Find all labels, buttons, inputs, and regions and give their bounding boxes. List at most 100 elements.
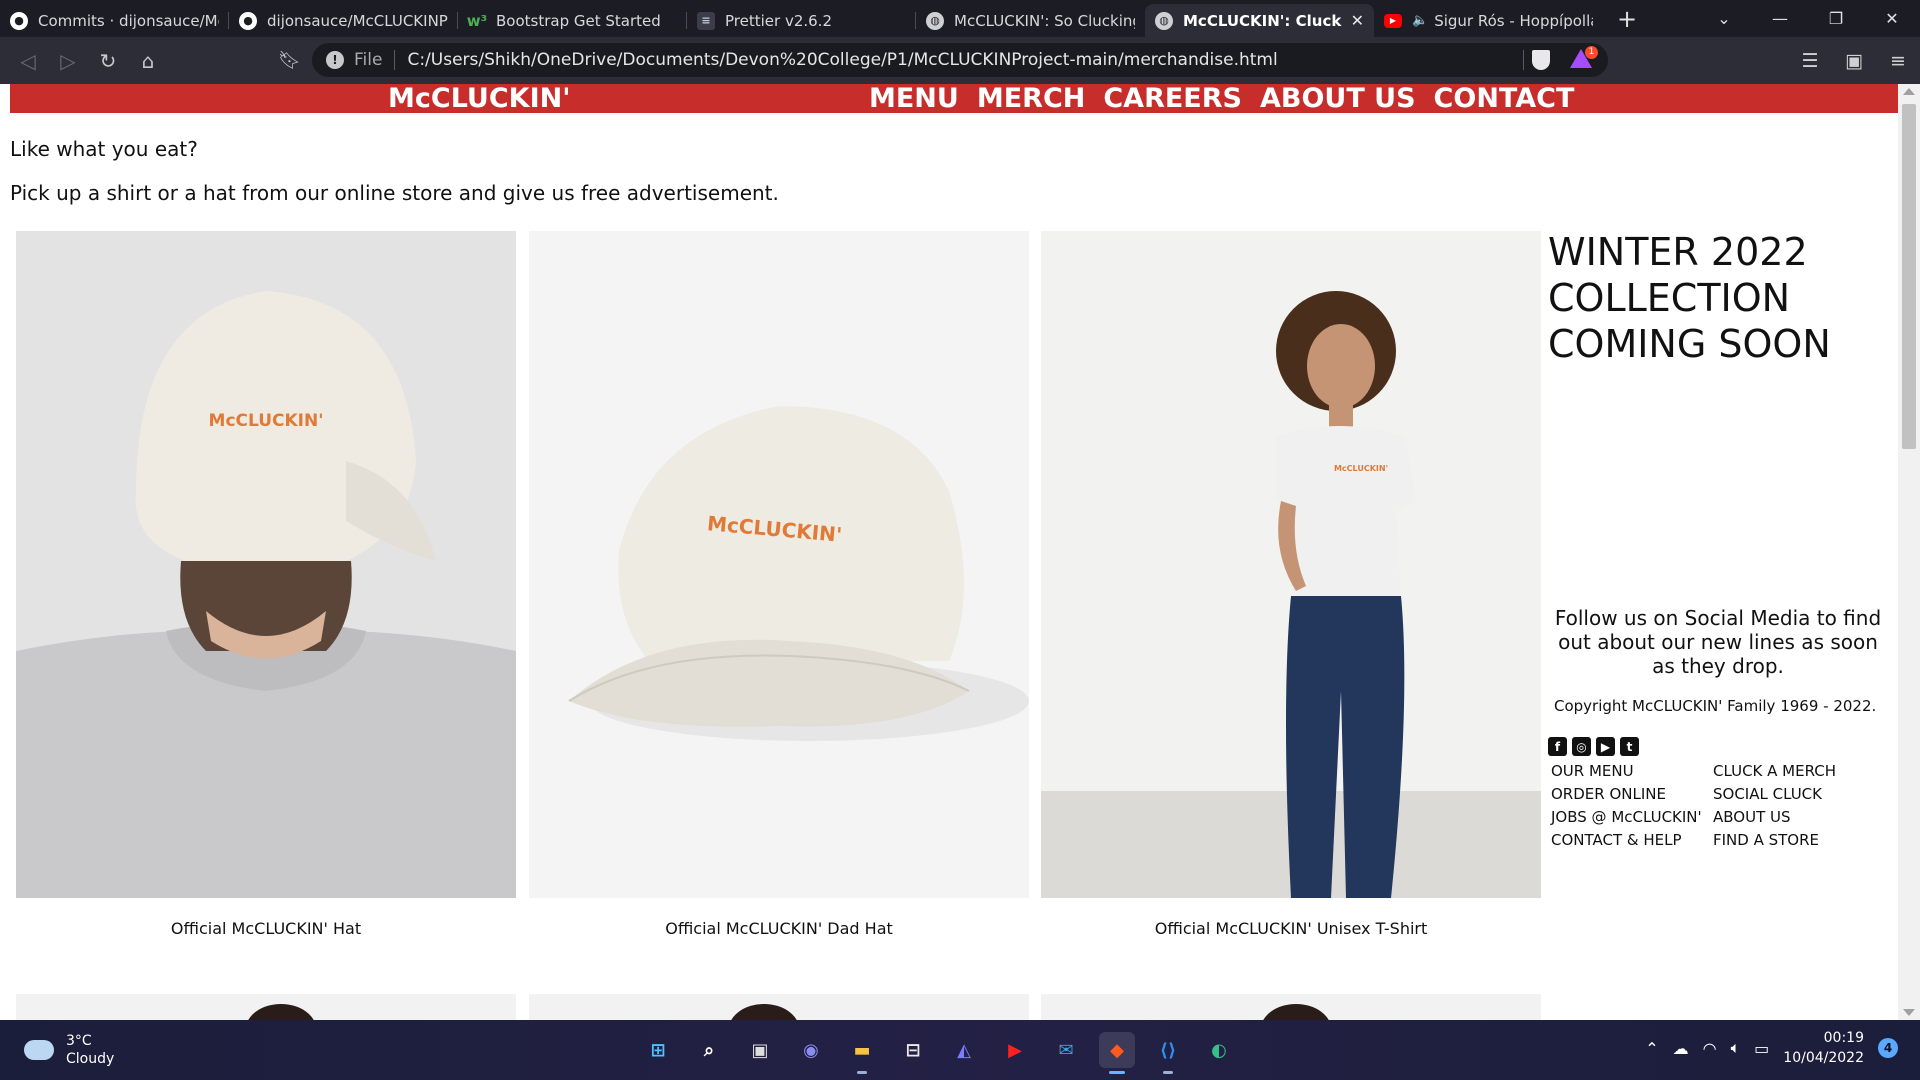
brave-icon[interactable]: ◆ <box>1099 1032 1135 1074</box>
intro-text: Pick up a shirt or a hat from our online… <box>10 181 779 205</box>
tab-title: Bootstrap Get Started <box>496 11 661 30</box>
search-icon[interactable]: ⌕ <box>691 1032 727 1068</box>
link-find-a-store[interactable]: FIND A STORE <box>1713 831 1883 850</box>
close-window-button[interactable]: ✕ <box>1864 9 1920 28</box>
divider <box>1523 50 1524 70</box>
tab-title: Commits · dijonsauce/McCl <box>38 11 219 30</box>
product-card[interactable]: McCLUCKIN' Official McCLUCKIN' Dad Hat <box>529 231 1029 938</box>
twitter-icon[interactable]: t <box>1620 737 1639 756</box>
product-image-peek[interactable] <box>1041 994 1541 1020</box>
divider <box>394 50 396 70</box>
volume-icon[interactable]: 🔈︎ <box>1731 1038 1741 1058</box>
url-text[interactable]: C:/Users/Shikh/OneDrive/Documents/Devon%… <box>407 50 1277 70</box>
address-bar[interactable]: ! File C:/Users/Shikh/OneDrive/Documents… <box>312 43 1608 77</box>
product-image-peek[interactable] <box>529 994 1029 1020</box>
onedrive-icon[interactable]: ☁ <box>1673 1039 1689 1058</box>
tab-cluck-a-merch[interactable]: ◍ McCLUCKIN': Cluck A M ✕ <box>1145 4 1374 37</box>
site-header: McCLUCKIN' MENU MERCH CAREERS ABOUT US C… <box>10 84 1898 113</box>
speaker-icon[interactable]: 🔈 <box>1412 13 1428 28</box>
scroll-thumb[interactable] <box>1902 104 1916 449</box>
github-icon: ● <box>10 11 28 30</box>
link-order-online[interactable]: ORDER ONLINE <box>1551 785 1713 804</box>
facebook-icon[interactable]: f <box>1548 737 1567 756</box>
site-nav-links: MENU MERCH CAREERS ABOUT US CONTACT <box>869 84 1574 113</box>
bookmark-icon[interactable]: 🔖︎ <box>278 50 301 71</box>
back-button[interactable]: ◁ <box>8 49 48 73</box>
task-view-icon[interactable]: ▣ <box>742 1032 778 1068</box>
forward-button[interactable]: ▷ <box>48 49 88 73</box>
weather-widget[interactable]: 3°C Cloudy <box>24 1032 114 1068</box>
wallet-icon[interactable]: ▣ <box>1832 50 1876 72</box>
hat-print-text: McCLUCKIN' <box>209 411 324 431</box>
tab-so-clucking[interactable]: ◍ McCLUCKIN': So Clucking G <box>916 4 1145 37</box>
social-icons: f ◎ ▶ t <box>1548 737 1639 756</box>
link-cluck-a-merch[interactable]: CLUCK A MERCH <box>1713 762 1883 781</box>
footer-links: OUR MENU CLUCK A MERCH ORDER ONLINE SOCI… <box>1551 762 1883 850</box>
scroll-up-icon[interactable] <box>1903 88 1915 95</box>
product-image-peek[interactable] <box>16 994 516 1020</box>
nav-contact[interactable]: CONTACT <box>1434 84 1575 113</box>
site-info-icon[interactable]: ! <box>326 51 344 69</box>
product-caption: Official McCLUCKIN' Unisex T-Shirt <box>1154 919 1428 938</box>
youtube-icon[interactable]: ▶ <box>997 1032 1033 1068</box>
new-tab-button[interactable]: + <box>1617 5 1637 33</box>
page-scrollbar[interactable] <box>1898 84 1920 1020</box>
brand-logo[interactable]: McCLUCKIN' <box>388 84 571 113</box>
instagram-icon[interactable]: ◎ <box>1572 737 1591 756</box>
microsoft-store-icon[interactable]: ⊟ <box>895 1032 931 1068</box>
tab-repo[interactable]: ● dijonsauce/McCLUCKINPro <box>229 4 458 37</box>
notification-badge[interactable]: 4 <box>1878 1038 1898 1058</box>
windows-taskbar: 3°C Cloudy ⊞ ⌕ ▣ ◉ ▬ ⊟ ◭ ▶ ✉ ◆ ⟨⟩ ◐ ⌃ ☁ … <box>0 1020 1920 1080</box>
playlist-icon[interactable]: ☰ <box>1788 50 1832 72</box>
minimize-button[interactable]: — <box>1752 9 1808 28</box>
teams-chat-icon[interactable]: ◉ <box>793 1032 829 1068</box>
reload-button[interactable]: ↻ <box>88 49 128 73</box>
product-image-hat[interactable]: McCLUCKIN' <box>16 231 516 898</box>
taskbar-apps: ⊞ ⌕ ▣ ◉ ▬ ⊟ ◭ ▶ ✉ ◆ ⟨⟩ ◐ <box>640 1032 1237 1074</box>
tab-commits[interactable]: ● Commits · dijonsauce/McCl <box>0 4 229 37</box>
github-icon: ● <box>239 11 257 30</box>
scroll-down-icon[interactable] <box>1903 1009 1915 1016</box>
clock[interactable]: 00:19 10/04/2022 <box>1783 1028 1864 1068</box>
edge-icon[interactable]: ◐ <box>1201 1032 1237 1068</box>
tshirt-print-text: McCLUCKIN' <box>1334 464 1388 473</box>
visual-studio-icon[interactable]: ◭ <box>946 1032 982 1068</box>
restore-button[interactable]: ❐ <box>1808 9 1864 28</box>
home-button[interactable]: ⌂ <box>128 49 168 73</box>
close-tab-icon[interactable]: ✕ <box>1351 11 1364 30</box>
battery-icon[interactable]: ▭ <box>1754 1039 1769 1058</box>
link-about-us[interactable]: ABOUT US <box>1713 808 1883 827</box>
link-social-cluck[interactable]: SOCIAL CLUCK <box>1713 785 1883 804</box>
intro-question: Like what you eat? <box>10 137 198 161</box>
vscode-icon[interactable]: ⟨⟩ <box>1150 1032 1186 1074</box>
tab-title: Sigur Rós - Hoppípolla <box>1434 11 1593 30</box>
weather-desc: Cloudy <box>66 1051 115 1067</box>
scheme-label: File <box>354 50 383 70</box>
product-card[interactable]: McCLUCKIN' Official McCLUCKIN' Unisex T-… <box>1041 231 1541 938</box>
wifi-icon[interactable]: ◠ <box>1703 1039 1717 1058</box>
chevron-up-icon[interactable]: ⌃ <box>1645 1039 1658 1058</box>
product-card[interactable]: McCLUCKIN' Official McCLUCKIN' Hat <box>16 231 516 938</box>
tab-search-chevron-icon[interactable]: ⌄ <box>1696 9 1752 28</box>
tab-bootstrap[interactable]: w³ Bootstrap Get Started <box>458 4 687 37</box>
tab-prettier[interactable]: ≡ Prettier v2.6.2 <box>687 4 916 37</box>
mail-icon[interactable]: ✉ <box>1048 1032 1084 1068</box>
nav-merch[interactable]: MERCH <box>977 84 1086 113</box>
link-jobs[interactable]: JOBS @ McCLUCKIN' <box>1551 808 1713 827</box>
start-icon[interactable]: ⊞ <box>640 1032 676 1068</box>
menu-icon[interactable]: ≡ <box>1876 50 1920 72</box>
product-image-dad-hat[interactable]: McCLUCKIN' <box>529 231 1029 898</box>
link-our-menu[interactable]: OUR MENU <box>1551 762 1713 781</box>
nav-menu[interactable]: MENU <box>869 84 959 113</box>
prettier-icon: ≡ <box>697 11 715 30</box>
brave-shields-icon[interactable] <box>1532 50 1550 70</box>
link-contact-help[interactable]: CONTACT & HELP <box>1551 831 1713 850</box>
youtube-icon[interactable]: ▶ <box>1596 737 1615 756</box>
tab-title: McCLUCKIN': Cluck A M <box>1183 11 1345 30</box>
nav-careers[interactable]: CAREERS <box>1103 84 1242 113</box>
nav-about-us[interactable]: ABOUT US <box>1260 84 1416 113</box>
globe-icon: ◍ <box>1155 11 1173 30</box>
file-explorer-icon[interactable]: ▬ <box>844 1032 880 1074</box>
tab-sigur-ros[interactable]: ▶ 🔈 Sigur Rós - Hoppípolla <box>1374 4 1603 37</box>
product-image-tshirt[interactable]: McCLUCKIN' <box>1041 231 1541 898</box>
